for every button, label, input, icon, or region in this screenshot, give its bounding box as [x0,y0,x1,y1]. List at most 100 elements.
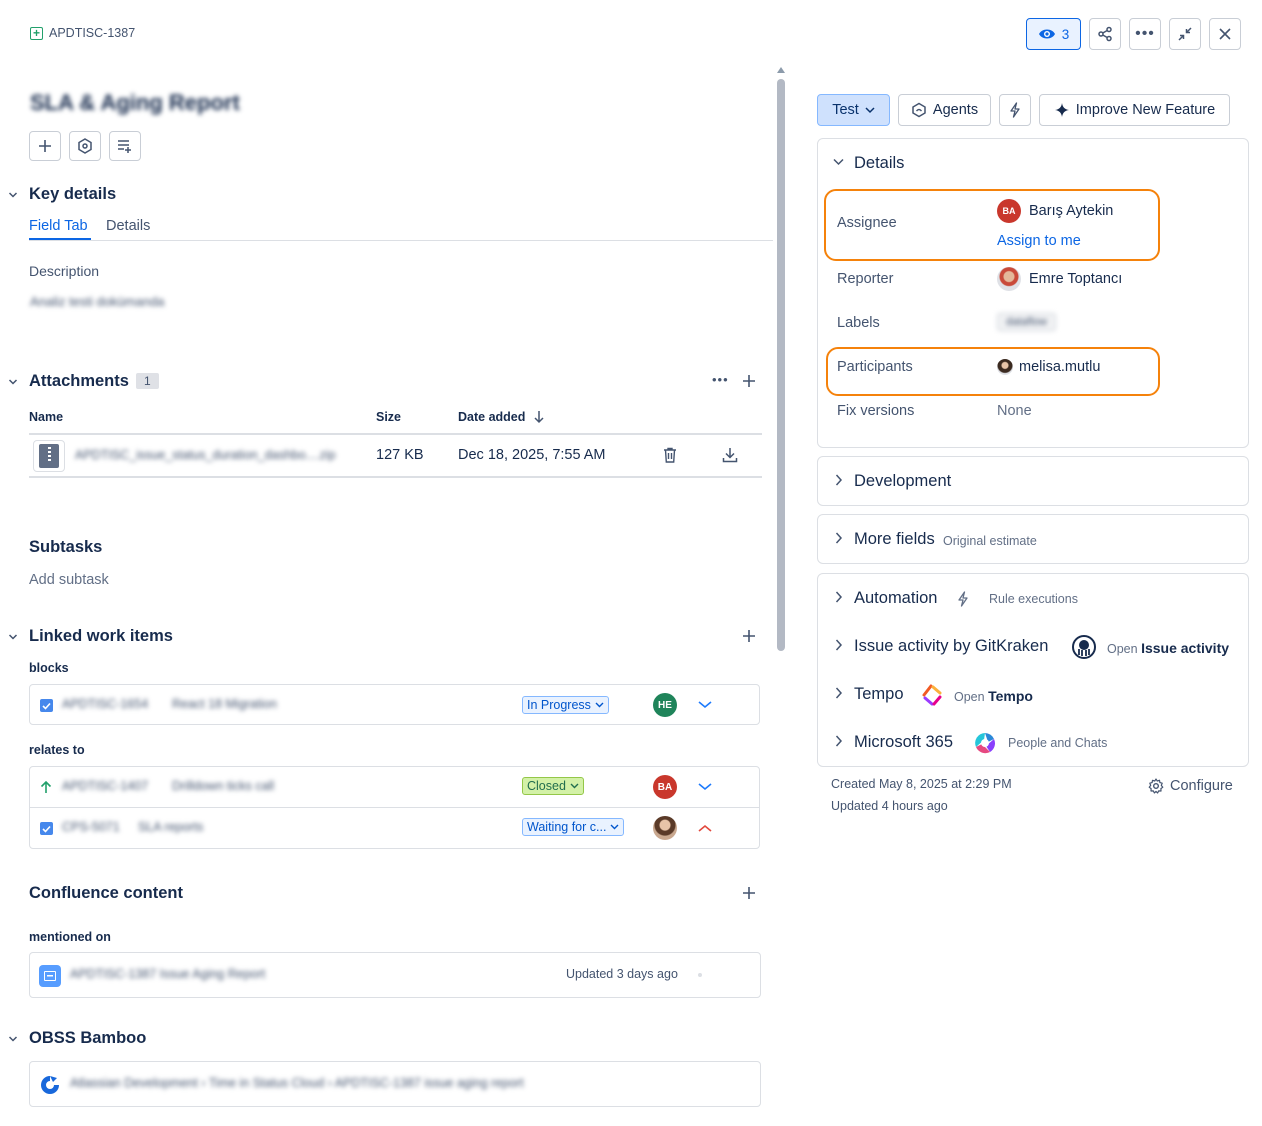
participants-label: Participants [837,359,913,375]
linked-item-row[interactable]: APDTISC-1407 Drilldown ticks call Closed… [30,767,759,808]
tab-details[interactable]: Details [106,218,150,234]
more-fields-panel[interactable]: More fields Original estimate [817,514,1249,564]
subtasks-heading: Subtasks [29,538,103,556]
reporter-avatar [997,267,1021,291]
linked-item-summary[interactable]: Drilldown ticks call [172,779,274,793]
attachments-heading[interactable]: Attachments [29,372,129,391]
fix-versions-label: Fix versions [837,403,915,419]
status-lozenge[interactable]: Waiting for c... [522,818,625,836]
configure-label: Configure [1170,778,1233,794]
status-label: In Progress [527,698,591,712]
status-lozenge[interactable]: Closed [522,777,584,795]
eye-icon [1038,29,1055,39]
lightning-icon [958,591,968,607]
status-label: Waiting for c... [527,820,607,834]
linked-item-row[interactable]: CPS-5071 SLA reports Waiting for c... [30,808,759,849]
attachment-size: 127 KB [376,447,424,463]
status-dot [698,973,702,977]
link-type-blocks: blocks [29,661,69,675]
fix-versions-value[interactable]: None [997,403,1032,419]
issue-key-breadcrumb[interactable]: + APDTISC-1387 [30,26,135,40]
chevron-down-icon[interactable] [8,377,18,387]
description-value[interactable]: Analiz testi dokümanda [30,294,164,309]
assignee-name[interactable]: Barış Aytekin [1029,203,1113,219]
trash-icon[interactable] [663,447,677,463]
watch-button[interactable]: 3 [1026,18,1081,50]
status-lozenge[interactable]: In Progress [522,696,609,714]
development-panel[interactable]: Development [817,456,1249,506]
add-confluence-icon[interactable] [742,886,756,900]
scrollbar-thumb[interactable] [777,79,785,651]
status-button[interactable]: Test [817,94,890,126]
add-button[interactable] [29,131,61,161]
chevron-down-icon[interactable] [8,632,18,642]
issue-key[interactable]: APDTISC-1387 [49,26,135,40]
tempo-row[interactable]: Tempo Open Tempo [818,670,1248,718]
tempo-open-link[interactable]: Open Tempo [954,688,1033,704]
chevron-right-icon [835,639,843,651]
bamboo-link-text[interactable]: Atlassian Development › Time in Status C… [70,1076,524,1090]
details-panel-heading[interactable]: Details [854,154,904,173]
attachments-more-button[interactable]: ••• [712,372,729,387]
chevron-down-icon[interactable] [8,190,18,200]
improve-feature-label: Improve New Feature [1075,102,1216,118]
more-actions-button[interactable]: ••• [1129,18,1161,50]
reporter-name[interactable]: Emre Toptancı [1029,271,1122,287]
key-details-heading[interactable]: Key details [29,185,116,204]
participant-avatar [997,359,1013,375]
linked-item-key[interactable]: APDTISC-1407 [62,779,148,793]
avatar: HE [653,693,677,717]
automation-row[interactable]: Automation Rule executions [818,574,1248,622]
chevron-up-icon[interactable] [698,824,712,832]
tab-field-tab[interactable]: Field Tab [29,218,88,234]
label-chip[interactable]: dataflow [997,313,1056,331]
confluence-page-title[interactable]: APDTISC-1387 Issue Aging Report [70,967,265,981]
linked-item-key[interactable]: CPS-5071 [62,820,120,834]
confluence-subheading: mentioned on [29,930,111,944]
linked-item-row[interactable]: APDTISC-1654 React 18 Migration In Progr… [29,684,760,725]
assign-to-me-link[interactable]: Assign to me [997,233,1081,249]
share-button[interactable] [1089,18,1121,50]
automation-button[interactable] [999,94,1031,126]
add-link-icon[interactable] [742,629,756,643]
participant-name[interactable]: melisa.mutlu [1019,359,1100,375]
attachment-name[interactable]: APDTISC_issue_status_duration_dashbo....… [75,448,336,462]
attachments-col-date[interactable]: Date added [458,410,545,424]
minimize-button[interactable] [1169,18,1201,50]
download-icon[interactable] [722,447,738,463]
development-heading: Development [854,472,952,490]
linked-item-summary[interactable]: React 18 Migration [172,697,277,711]
scroll-up-arrow-icon[interactable] [776,66,786,74]
apps-button[interactable] [69,131,101,161]
checklist-button[interactable] [109,131,141,161]
confluence-page-row[interactable]: APDTISC-1387 Issue Aging Report Updated … [29,952,761,998]
gitkraken-open-link[interactable]: Open Issue activity [1107,640,1229,656]
m365-row[interactable]: Microsoft 365 People and Chats [818,718,1248,766]
linked-items-heading[interactable]: Linked work items [29,627,173,646]
bamboo-heading[interactable]: OBSS Bamboo [29,1029,146,1048]
issue-title[interactable]: SLA & Aging Report [30,90,240,116]
improve-feature-button[interactable]: Improve New Feature [1039,94,1230,126]
chevron-down-icon[interactable] [698,701,712,709]
agents-button[interactable]: Agents [898,94,991,126]
attachment-row[interactable]: APDTISC_issue_status_duration_dashbo....… [29,435,762,478]
confluence-page-icon [39,965,61,987]
more-fields-sub: Original estimate [943,534,1037,548]
linked-item-key[interactable]: APDTISC-1654 [62,697,148,711]
tab-field-tab-label: Field Tab [29,218,88,234]
configure-button[interactable]: Configure [1148,778,1233,794]
chevron-down-icon[interactable] [698,783,712,791]
linked-item-summary[interactable]: SLA reports [138,820,203,834]
add-subtask-link[interactable]: Add subtask [29,572,109,588]
link-type-relates: relates to [29,743,85,757]
attachments-col-date-label: Date added [458,410,526,424]
chevron-down-icon[interactable] [833,158,844,166]
sparkle-icon [1054,103,1069,117]
chevron-right-icon [835,735,843,747]
add-attachment-icon[interactable] [742,374,756,388]
chevron-down-icon[interactable] [8,1034,18,1044]
gitkraken-row[interactable]: Issue activity by GitKraken Open Issue a… [818,622,1248,670]
attachments-col-size: Size [376,410,402,424]
bamboo-link-row[interactable]: Atlassian Development › Time in Status C… [29,1061,761,1107]
close-button[interactable] [1209,18,1241,50]
